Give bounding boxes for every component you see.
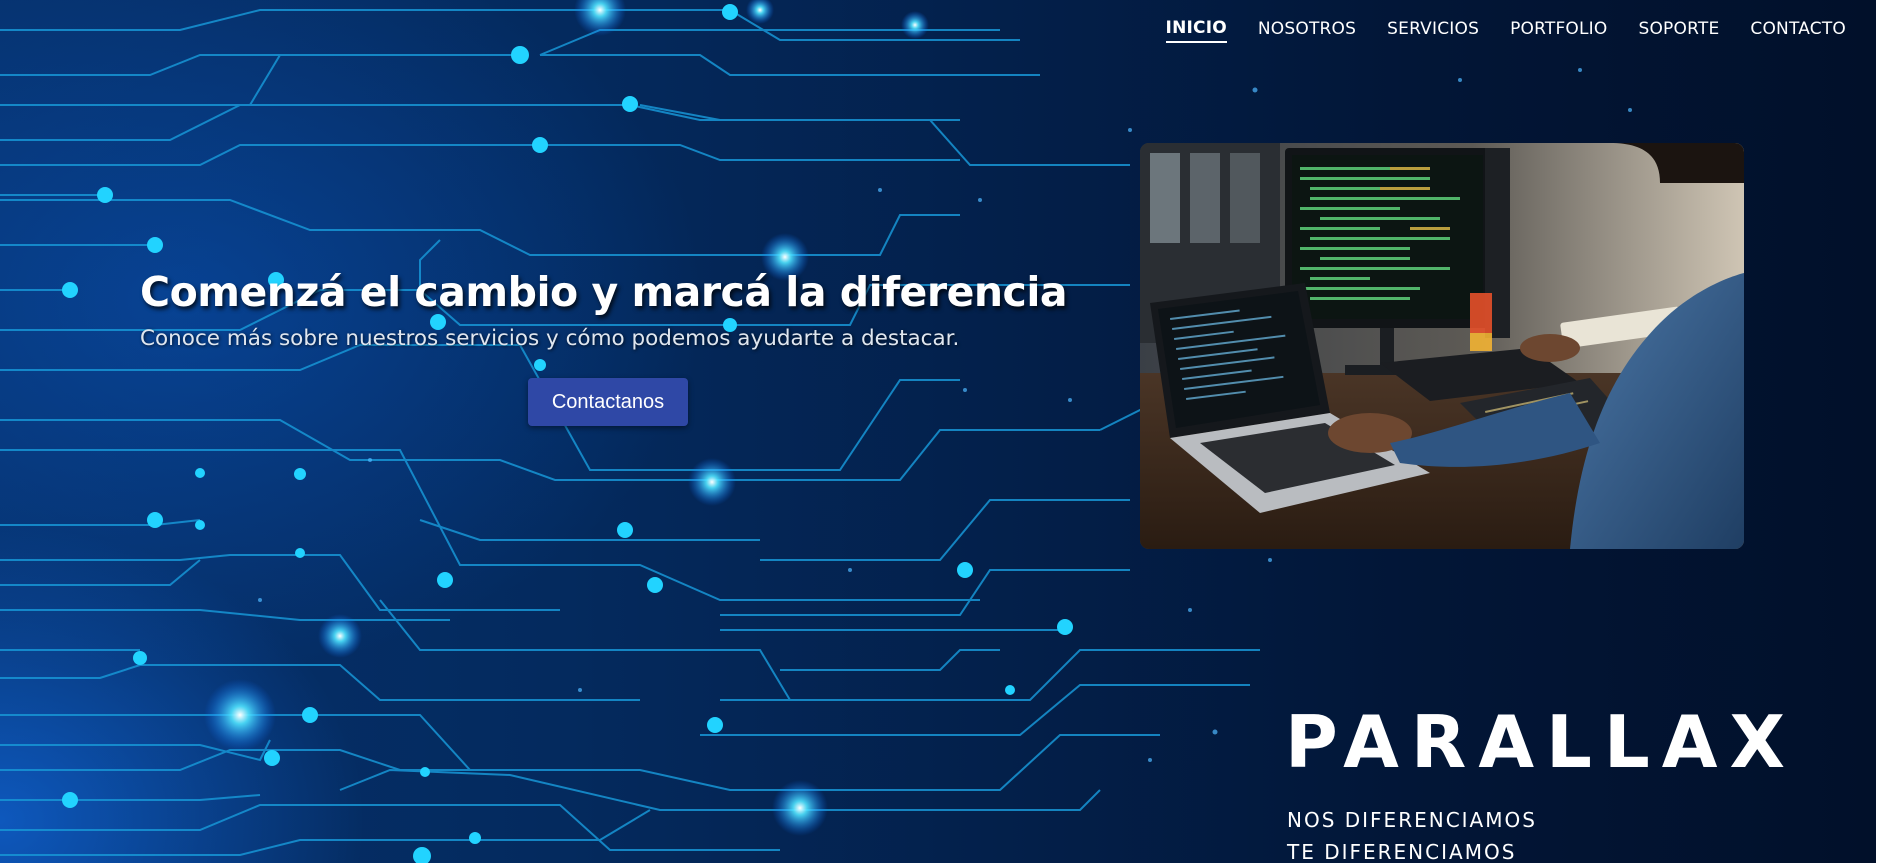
nav-link-soporte[interactable]: SOPORTE: [1638, 19, 1719, 42]
workspace-photo-illustration: [1140, 143, 1744, 549]
brand-name: PARALLAX: [1285, 700, 1798, 784]
brand-tagline: NOS DIFERENCIAMOS TE DIFERENCIAMOS: [1287, 804, 1537, 863]
tagline-line-2: TE DIFERENCIAMOS: [1287, 840, 1517, 863]
developer-workspace-image: [1140, 143, 1744, 549]
main-nav: INICIO NOSOTROS SERVICIOS PORTFOLIO SOPO…: [1165, 18, 1846, 43]
nav-link-contacto[interactable]: CONTACTO: [1750, 19, 1846, 42]
page-right-margin: [1876, 0, 1896, 863]
nav-link-inicio[interactable]: INICIO: [1165, 18, 1227, 43]
hero-subtitle: Conoce más sobre nuestros servicios y có…: [140, 326, 960, 351]
nav-link-nosotros[interactable]: NOSOTROS: [1258, 19, 1356, 42]
tagline-line-1: NOS DIFERENCIAMOS: [1287, 808, 1537, 832]
hero-text: Comenzá el cambio y marcá la diferencia …: [140, 268, 1080, 351]
hero-section: INICIO NOSOTROS SERVICIOS PORTFOLIO SOPO…: [0, 0, 1876, 863]
contact-button[interactable]: Contactanos: [528, 378, 688, 426]
hero-title: Comenzá el cambio y marcá la diferencia: [140, 268, 1068, 316]
nav-link-portfolio[interactable]: PORTFOLIO: [1510, 19, 1607, 42]
nav-link-servicios[interactable]: SERVICIOS: [1387, 19, 1479, 42]
